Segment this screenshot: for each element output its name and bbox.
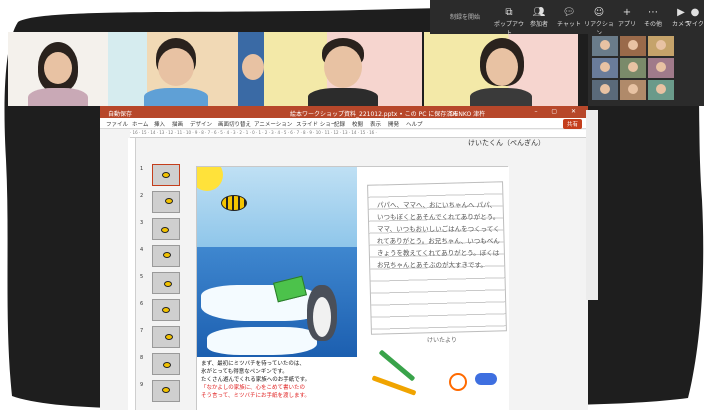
powerpoint-window: 自動保存 絵本ワークショップ資料_221012.pptx • この PC に保存…: [100, 106, 588, 410]
video-tile-man-glasses: [264, 32, 422, 106]
more-icon: ⋯: [648, 7, 658, 18]
reaction-icon: ☺: [593, 7, 605, 18]
tab-developer[interactable]: 開発: [388, 120, 399, 128]
chat-button[interactable]: 💬︎ チャット: [554, 7, 584, 28]
letter-signature: けいたより: [427, 337, 457, 344]
participant-grid: [588, 34, 704, 106]
slide-thumbnail[interactable]: 4: [140, 245, 184, 269]
mic-button[interactable]: ● マイク: [686, 7, 704, 28]
reaction-button[interactable]: ☺ リアクション: [584, 7, 614, 37]
slide-thumbnail[interactable]: 8: [140, 353, 184, 377]
mic-icon: ●: [690, 7, 700, 18]
tab-home[interactable]: ホーム: [132, 120, 148, 128]
people-icon: 👥︎: [532, 7, 546, 18]
slide-thumbnail[interactable]: 6: [140, 299, 184, 323]
chat-icon: 💬︎: [562, 7, 576, 18]
penguin-illustration: まず、最初にミツバチを待っていたのは、 氷がとっても得意なペンギンです。 たくさ…: [197, 167, 357, 410]
tab-transitions[interactable]: 画面切り替え: [218, 120, 251, 128]
ppt-title-bar: 自動保存 絵本ワークショップ資料_221012.pptx • この PC に保存…: [100, 106, 588, 118]
autosave-toggle[interactable]: 自動保存: [108, 109, 132, 118]
ribbon-tabs: ファイル ホーム 挿入 描画 デザイン 画面切り替え アニメーション スライド …: [100, 118, 588, 129]
tab-animations[interactable]: アニメーション: [254, 120, 292, 128]
document-title: 絵本ワークショップ資料_221012.pptx • この PC に保存済み: [290, 111, 459, 118]
tab-slideshow[interactable]: スライド ショー: [296, 120, 336, 128]
participants-button[interactable]: 👥︎ 参加者: [524, 7, 554, 28]
letter-text: パパへ、ママへ、おにいちゃんへ パパ、いつもぼくとあそんでくれてありがとう。ママ…: [377, 201, 500, 269]
video-tile-kid-partial: [238, 32, 264, 106]
video-tile-woman-center: [424, 32, 578, 106]
slide-thumbnail[interactable]: 1: [140, 164, 184, 188]
participant-tile: [592, 58, 618, 78]
tab-help[interactable]: ヘルプ: [406, 120, 423, 128]
handwritten-letter: パパへ、ママへ、おにいちゃんへ パパ、いつもぼくとあそんでくれてありがとう。ママ…: [357, 167, 509, 410]
popout-icon: ⧉: [505, 7, 513, 18]
participant-tile: [648, 58, 674, 78]
participant-tile: [620, 80, 646, 100]
video-tile-boy: [108, 32, 238, 106]
tab-review[interactable]: 校閲: [352, 120, 363, 128]
tab-draw[interactable]: 描画: [172, 120, 183, 128]
participant-tile: [592, 36, 618, 56]
slide-canvas[interactable]: まず、最初にミツバチを待っていたのは、 氷がとっても得意なペンギンです。 たくさ…: [196, 166, 509, 410]
more-button[interactable]: ⋯ その他: [638, 7, 668, 28]
pencil-drawing: [378, 349, 416, 382]
ppt-side-scrollbar[interactable]: [586, 110, 598, 300]
participant-tile: [620, 58, 646, 78]
popout-button[interactable]: ⧉ ポップアウト: [494, 7, 524, 37]
tape-drawing: [475, 373, 497, 385]
slide-thumbnail[interactable]: 7: [140, 326, 184, 350]
window-controls[interactable]: – ▢ ✕: [534, 108, 582, 115]
vertical-ruler: [128, 138, 136, 410]
participant-tile: [620, 36, 646, 56]
tab-file[interactable]: ファイル: [106, 120, 128, 128]
tab-design[interactable]: デザイン: [190, 120, 212, 128]
tab-record[interactable]: 記録: [334, 120, 345, 128]
tab-insert[interactable]: 挿入: [154, 120, 165, 128]
record-label[interactable]: 制録を開始: [450, 12, 480, 21]
slide-name-label: けいたくん（ぺんぎん）: [468, 139, 545, 147]
bee-drawing: [221, 195, 247, 211]
slide-thumbnails-pane: 1 2 3 4 5 6 7 8 9: [140, 164, 184, 410]
tab-view[interactable]: 表示: [370, 120, 381, 128]
slide-thumbnail[interactable]: 3: [140, 218, 184, 242]
slide-thumbnail[interactable]: 5: [140, 272, 184, 296]
video-tile-woman-left: [8, 32, 108, 106]
scissors-drawing: [449, 373, 467, 391]
user-name[interactable]: DENKO 津杵: [450, 109, 485, 118]
slide-thumbnail[interactable]: 9: [140, 380, 184, 404]
share-button[interactable]: 共有: [562, 119, 582, 129]
slide-thumbnail[interactable]: 2: [140, 191, 184, 215]
teams-meeting-toolbar: 制録を開始 ⧉ ポップアウト 👥︎ 参加者 💬︎ チャット ☺ リアクション +…: [430, 0, 704, 37]
horizontal-ruler: · 16 · 15 · 14 · 13 · 12 · 11 · 10 · 9 ·…: [130, 130, 588, 138]
ice-floe: [207, 327, 317, 355]
participant-tile: [648, 36, 674, 56]
story-caption[interactable]: まず、最初にミツバチを待っていたのは、 氷がとっても得意なペンギンです。 たくさ…: [197, 357, 357, 410]
participant-tile: [648, 80, 674, 100]
participant-tile: [592, 80, 618, 100]
